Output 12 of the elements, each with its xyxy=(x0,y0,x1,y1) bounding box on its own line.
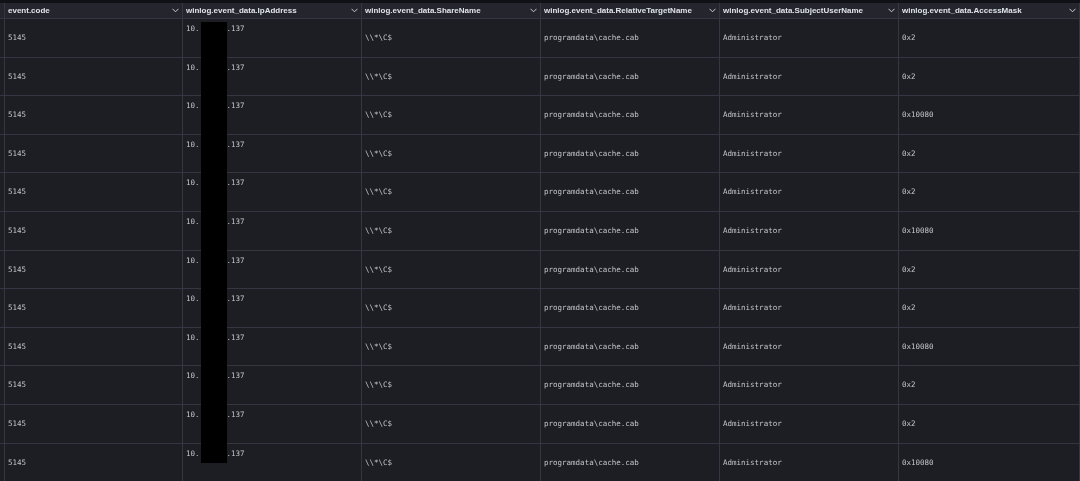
column-header[interactable]: winlog.event_data.ShareName xyxy=(362,3,541,18)
chevron-down-icon xyxy=(172,8,179,13)
chevron-down-icon xyxy=(351,8,358,13)
chevron-down-icon xyxy=(1069,8,1076,13)
chevron-down-icon xyxy=(709,8,716,13)
chevron-down-icon xyxy=(530,8,537,13)
column-header[interactable]: winlog.event_data.AccessMask xyxy=(899,3,1080,18)
column-header[interactable]: winlog.event_data.RelativeTargetName xyxy=(541,3,720,18)
column-header[interactable]: winlog.event_data.IpAddress xyxy=(183,3,362,18)
column-header[interactable]: event.code xyxy=(5,3,183,18)
column-header[interactable]: winlog.event_data.SubjectUserName xyxy=(720,3,899,18)
chevron-down-icon xyxy=(888,8,895,13)
